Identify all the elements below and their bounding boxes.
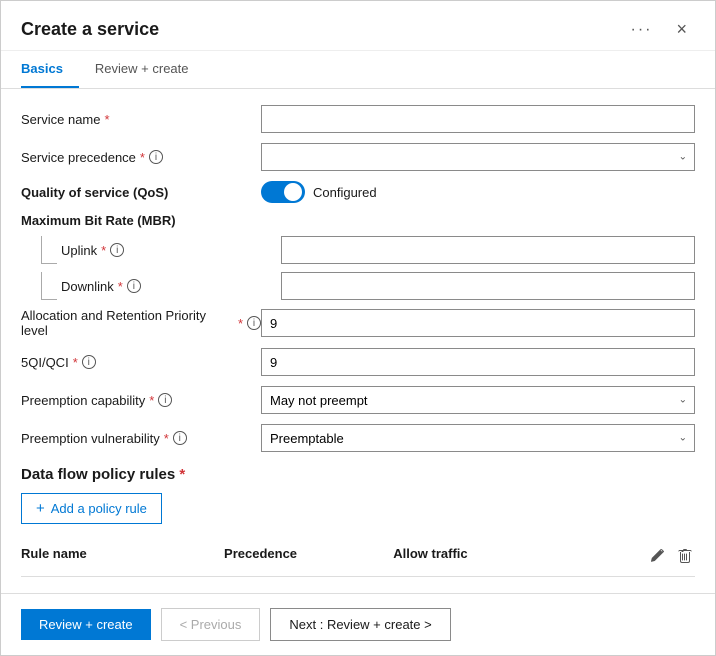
- mbr-label: Maximum Bit Rate (MBR): [21, 213, 176, 228]
- service-name-input[interactable]: [261, 105, 695, 133]
- service-name-label: Service name *: [21, 112, 261, 127]
- service-precedence-row: Service precedence * i ⌄: [21, 143, 695, 171]
- col-header-rule-name: Rule name: [21, 546, 224, 570]
- 5qi-qci-required: *: [73, 355, 78, 370]
- dialog-title: Create a service: [21, 19, 159, 40]
- next-button[interactable]: Next : Review + create >: [270, 608, 450, 641]
- downlink-indent-line: [41, 272, 57, 300]
- preemption-capability-select[interactable]: May not preempt May preempt: [261, 386, 695, 414]
- preemption-vulnerability-info-icon[interactable]: i: [173, 431, 187, 445]
- col-header-actions: [647, 546, 695, 570]
- close-button[interactable]: ×: [668, 17, 695, 42]
- preemption-vulnerability-row: Preemption vulnerability * i Preemptable…: [21, 424, 695, 452]
- create-service-dialog: Create a service ··· × Basics Review + c…: [0, 0, 716, 656]
- service-name-row: Service name *: [21, 105, 695, 133]
- service-precedence-select-wrapper: ⌄: [261, 143, 695, 171]
- service-precedence-required: *: [140, 150, 145, 165]
- allocation-retention-row: Allocation and Retention Priority level …: [21, 308, 695, 338]
- data-flow-required: *: [179, 466, 185, 483]
- uplink-row: Uplink * i: [21, 236, 695, 264]
- table-delete-icon[interactable]: [675, 546, 695, 570]
- ellipsis-button[interactable]: ···: [625, 19, 659, 41]
- tab-review-create[interactable]: Review + create: [95, 51, 205, 88]
- service-precedence-label: Service precedence * i: [21, 150, 261, 165]
- preemption-capability-info-icon[interactable]: i: [158, 393, 172, 407]
- previous-button[interactable]: < Previous: [161, 608, 261, 641]
- service-precedence-select[interactable]: [261, 143, 695, 171]
- add-rule-plus-icon: +: [36, 500, 45, 517]
- downlink-label: Downlink * i: [61, 279, 281, 294]
- 5qi-qci-row: 5QI/QCI * i 9: [21, 348, 695, 376]
- service-name-required: *: [104, 112, 109, 127]
- uplink-indent-line: [41, 236, 57, 264]
- 5qi-qci-input[interactable]: 9: [261, 348, 695, 376]
- downlink-row: Downlink * i: [21, 272, 695, 300]
- add-rule-button[interactable]: + Add a policy rule: [21, 493, 162, 524]
- qos-toggle[interactable]: [261, 181, 305, 203]
- preemption-vulnerability-select[interactable]: Preemptable Not preemptable: [261, 424, 695, 452]
- data-flow-section-title: Data flow policy rules *: [21, 466, 695, 483]
- qos-toggle-container: Configured: [261, 181, 377, 203]
- review-create-button[interactable]: Review + create: [21, 609, 151, 640]
- table-edit-icon[interactable]: [647, 546, 667, 570]
- 5qi-qci-info-icon[interactable]: i: [82, 355, 96, 369]
- qos-section-header: Quality of service (QoS) Configured: [21, 181, 695, 203]
- dialog-footer: Review + create < Previous Next : Review…: [1, 593, 715, 655]
- allocation-retention-label: Allocation and Retention Priority level …: [21, 308, 261, 338]
- allocation-retention-required: *: [238, 316, 243, 331]
- uplink-info-icon[interactable]: i: [110, 243, 124, 257]
- col-header-allow-traffic: Allow traffic: [393, 546, 647, 570]
- tab-basics[interactable]: Basics: [21, 51, 79, 88]
- qos-toggle-label: Configured: [313, 185, 377, 200]
- preemption-capability-select-wrapper: May not preempt May preempt ⌄: [261, 386, 695, 414]
- mbr-section: Maximum Bit Rate (MBR): [21, 213, 695, 228]
- downlink-required: *: [118, 279, 123, 294]
- dialog-header-actions: ··· ×: [625, 17, 696, 42]
- preemption-capability-required: *: [149, 393, 154, 408]
- policy-table-header: Rule name Precedence Allow traffic: [21, 540, 695, 577]
- preemption-vulnerability-required: *: [164, 431, 169, 446]
- preemption-vulnerability-select-wrapper: Preemptable Not preemptable ⌄: [261, 424, 695, 452]
- qos-toggle-knob: [284, 183, 302, 201]
- qos-section-label: Quality of service (QoS): [21, 185, 261, 200]
- preemption-capability-label: Preemption capability * i: [21, 393, 261, 408]
- service-precedence-info-icon[interactable]: i: [149, 150, 163, 164]
- allocation-retention-input[interactable]: 9: [261, 309, 695, 337]
- col-header-precedence: Precedence: [224, 546, 393, 570]
- dialog-header: Create a service ··· ×: [1, 1, 715, 51]
- uplink-input[interactable]: [281, 236, 695, 264]
- allocation-retention-info-icon[interactable]: i: [247, 316, 261, 330]
- form-content: Service name * Service precedence * i ⌄ …: [1, 89, 715, 593]
- uplink-label: Uplink * i: [61, 243, 281, 258]
- uplink-required: *: [101, 243, 106, 258]
- downlink-info-icon[interactable]: i: [127, 279, 141, 293]
- preemption-capability-row: Preemption capability * i May not preemp…: [21, 386, 695, 414]
- preemption-vulnerability-label: Preemption vulnerability * i: [21, 431, 261, 446]
- downlink-input[interactable]: [281, 272, 695, 300]
- 5qi-qci-label: 5QI/QCI * i: [21, 355, 261, 370]
- tab-bar: Basics Review + create: [1, 51, 715, 89]
